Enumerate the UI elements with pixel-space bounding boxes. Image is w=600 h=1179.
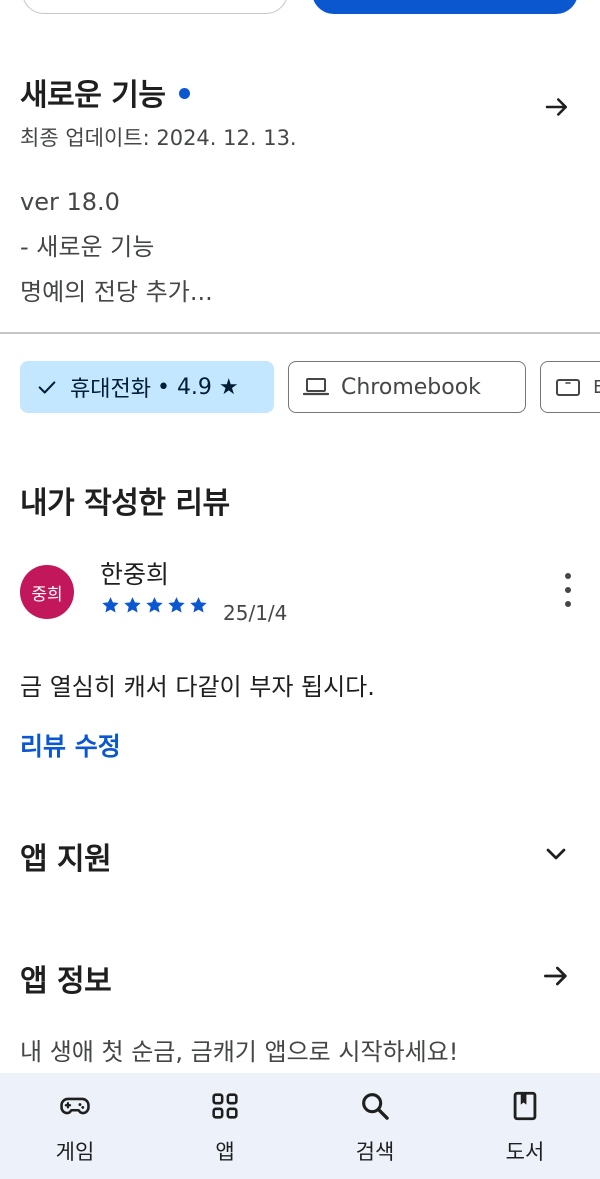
arrow-right-icon[interactable]: [540, 960, 572, 992]
search-icon: [362, 1093, 389, 1120]
review-date: 25/1/4: [223, 601, 288, 625]
star-icon: [146, 597, 163, 613]
star-icon: [190, 597, 207, 613]
my-review-title: 내가 작성한 리뷰: [20, 486, 230, 521]
star-icon: [102, 597, 119, 613]
device-filter-chips: 휴대전화 • 4.9 ★ Chromebook 태: [20, 361, 600, 413]
nav-item-search[interactable]: 검색: [300, 1073, 450, 1179]
nav-item-apps[interactable]: 앱: [150, 1073, 300, 1179]
section-divider: [0, 332, 600, 334]
nav-label-apps: 앱: [215, 1140, 235, 1164]
apps-grid-icon: [212, 1093, 238, 1119]
new-indicator-dot: [179, 87, 191, 99]
whats-new-notes: ver 18.0 - 새로운 기능 명예의 전당 추가...: [20, 180, 213, 315]
chip-phone-rating: • 4.9 ★: [156, 374, 239, 400]
more-options-icon[interactable]: [562, 573, 574, 607]
check-icon: [38, 381, 56, 394]
top-action-buttons: [0, 0, 600, 20]
notes-line: - 새로운 기능: [20, 233, 155, 261]
notes-line: 명예의 전당 추가...: [20, 278, 213, 306]
app-info-description: 내 생애 첫 순금, 금캐기 앱으로 시작하세요!: [20, 1038, 459, 1066]
book-icon: [513, 1091, 537, 1121]
chip-tablet[interactable]: 태: [540, 361, 600, 413]
last-updated-date: 최종 업데이트: 2024. 12. 13.: [20, 126, 297, 150]
app-info-section[interactable]: 앱 정보: [20, 952, 580, 1002]
chip-tablet-label: 태: [593, 371, 600, 403]
star-rating: [100, 595, 210, 615]
laptop-icon: [303, 378, 329, 396]
chip-chromebook-label: Chromebook: [341, 374, 481, 400]
chip-chromebook[interactable]: Chromebook: [288, 361, 526, 413]
nav-item-games[interactable]: 게임: [0, 1073, 150, 1179]
whats-new-title-row: 새로운 기능: [20, 70, 191, 114]
primary-action-button[interactable]: [312, 0, 578, 14]
notes-line: ver 18.0: [20, 188, 120, 216]
gamepad-icon: [60, 1097, 90, 1115]
reviewer-name: 한중희: [100, 560, 170, 589]
review-text: 금 열심히 캐서 다같이 부자 됩시다.: [20, 673, 375, 701]
secondary-action-button[interactable]: [22, 0, 288, 14]
whats-new-title: 새로운 기능: [20, 78, 166, 113]
star-icon: [124, 597, 141, 613]
chevron-down-icon[interactable]: [540, 838, 572, 870]
chip-phone[interactable]: 휴대전화 • 4.9 ★: [20, 361, 274, 413]
nav-label-search: 검색: [355, 1140, 395, 1164]
arrow-right-icon[interactable]: [542, 92, 572, 122]
avatar: 중희: [20, 565, 74, 619]
nav-item-books[interactable]: 도서: [450, 1073, 600, 1179]
nav-label-games: 게임: [55, 1140, 95, 1164]
edit-review-button[interactable]: 리뷰 수정: [20, 727, 121, 763]
app-support-title: 앱 지원: [20, 842, 112, 877]
tablet-icon: [556, 379, 580, 396]
whats-new-section[interactable]: 새로운 기능 최종 업데이트: 2024. 12. 13. ver 18.0 -…: [0, 62, 600, 332]
app-support-section[interactable]: 앱 지원: [20, 830, 580, 880]
nav-label-books: 도서: [505, 1140, 545, 1164]
chip-phone-label: 휴대전화: [70, 377, 151, 402]
star-icon: [168, 597, 185, 613]
bottom-navigation: 게임 앱 검색 도서: [0, 1073, 600, 1179]
app-info-title: 앱 정보: [20, 964, 112, 999]
